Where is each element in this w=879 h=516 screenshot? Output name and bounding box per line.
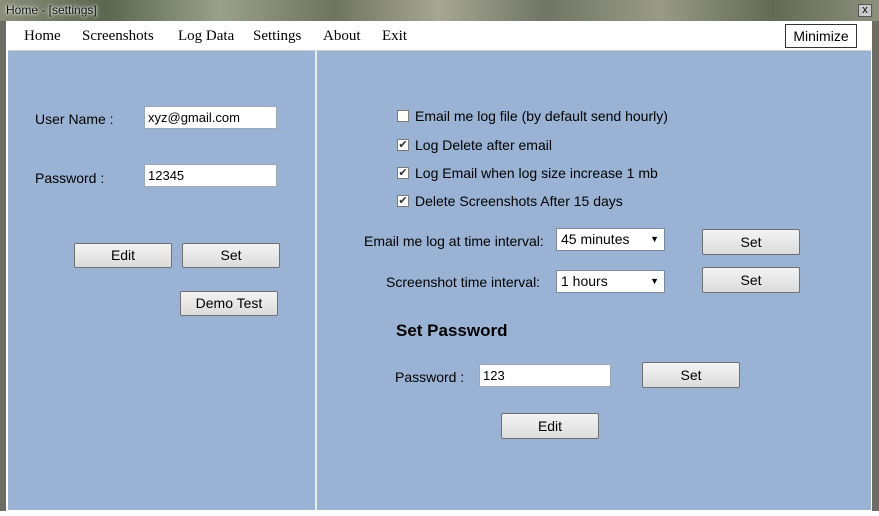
- email-interval-value: 45 minutes: [561, 231, 630, 247]
- set-password-button[interactable]: Set: [642, 362, 740, 388]
- check-icon: ✔: [398, 195, 408, 207]
- menu-exit[interactable]: Exit: [382, 28, 407, 45]
- menu-screenshots[interactable]: Screenshots: [82, 28, 154, 45]
- checkbox-delete-screenshots[interactable]: ✔: [397, 195, 409, 207]
- menu-log-data[interactable]: Log Data: [178, 28, 234, 45]
- demo-test-button[interactable]: Demo Test: [180, 291, 278, 316]
- option-log-size-label: Log Email when log size increase 1 mb: [415, 165, 658, 181]
- screenshot-interval-value: 1 hours: [561, 273, 608, 289]
- email-interval-select[interactable]: 45 minutes ▼: [556, 228, 665, 251]
- edit-password-button[interactable]: Edit: [501, 413, 599, 439]
- email-interval-label: Email me log at time interval:: [364, 233, 544, 249]
- close-icon[interactable]: x: [858, 4, 872, 17]
- panel-divider: [315, 51, 317, 510]
- screenshot-interval-set-button[interactable]: Set: [702, 267, 800, 293]
- chevron-down-icon: ▼: [650, 276, 659, 286]
- username-field[interactable]: xyz@gmail.com: [144, 106, 277, 129]
- checkbox-log-delete[interactable]: ✔: [397, 139, 409, 151]
- new-password-field[interactable]: 123: [479, 364, 611, 387]
- window-bottom-edge: [0, 511, 879, 516]
- option-delete-screenshots-label: Delete Screenshots After 15 days: [415, 193, 623, 209]
- option-log-delete-label: Log Delete after email: [415, 137, 552, 153]
- menu-about[interactable]: About: [323, 28, 361, 45]
- password-label: Password :: [35, 170, 105, 186]
- menu-home[interactable]: Home: [24, 28, 61, 45]
- check-icon: ✔: [398, 139, 408, 151]
- minimize-button[interactable]: Minimize: [785, 24, 857, 48]
- screenshot-interval-label: Screenshot time interval:: [386, 274, 541, 290]
- email-interval-set-button[interactable]: Set: [702, 229, 800, 255]
- edit-button[interactable]: Edit: [74, 243, 172, 268]
- screenshot-interval-select[interactable]: 1 hours ▼: [556, 270, 665, 293]
- checkbox-log-size[interactable]: ✔: [397, 167, 409, 179]
- window-title: Home - [settings]: [6, 3, 97, 17]
- set-password-heading: Set Password: [396, 321, 508, 340]
- title-bar: [0, 0, 879, 21]
- check-icon: ✔: [398, 167, 408, 179]
- set-button[interactable]: Set: [182, 243, 280, 268]
- chevron-down-icon: ▼: [650, 234, 659, 244]
- password-field[interactable]: 12345: [144, 164, 277, 187]
- username-label: User Name :: [35, 111, 114, 127]
- menu-settings[interactable]: Settings: [253, 28, 301, 45]
- new-password-label: Password :: [395, 369, 465, 385]
- option-email-log-label: Email me log file (by default send hourl…: [415, 108, 668, 124]
- checkbox-email-log[interactable]: [397, 110, 409, 122]
